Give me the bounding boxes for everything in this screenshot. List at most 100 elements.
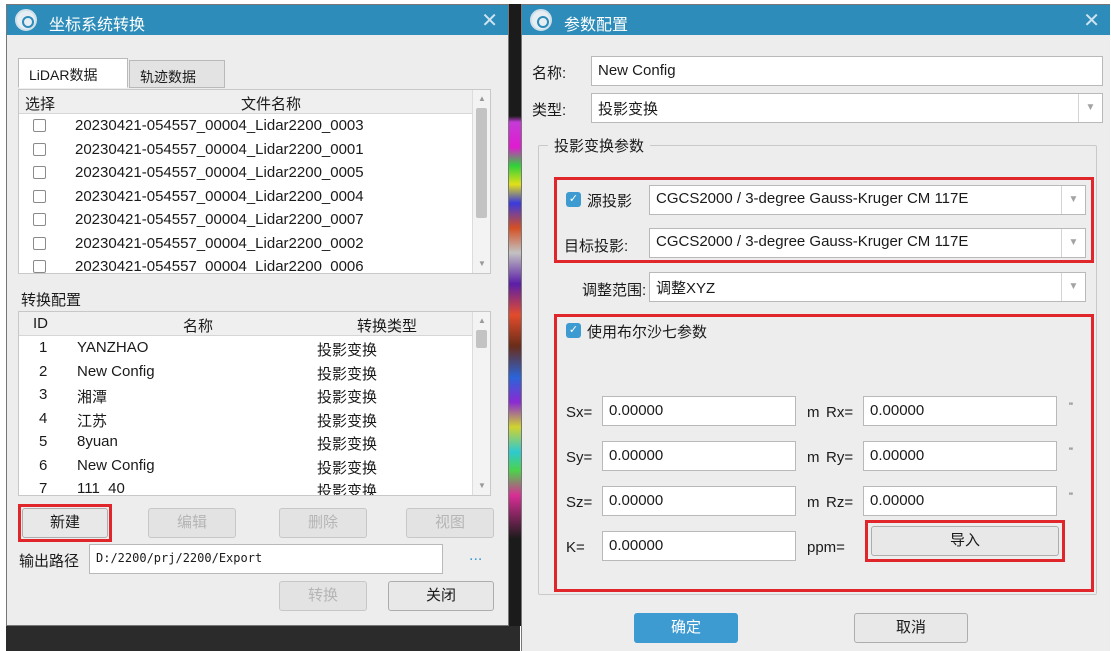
scroll-thumb[interactable] [476,108,487,218]
window-titlebar: 坐标系统转换 ✕ [7,5,508,35]
k-input[interactable]: 0.00000 [602,531,796,561]
delete-button[interactable]: 删除 [279,508,367,538]
sx-label: Sx= [566,404,593,421]
config-type: 投影变换 [317,342,378,359]
table-row[interactable]: 20230421-054557_00004_Lidar2200_0007 [19,209,472,233]
source-projection-checkbox[interactable]: ✓ [566,192,581,207]
config-name: 湘潭 [77,389,108,406]
view-button[interactable]: 视图 [406,508,494,538]
row-checkbox[interactable] [33,119,46,132]
column-header-select: 选择 [25,96,56,113]
convert-button[interactable]: 转换 [279,581,367,611]
column-header-name: 名称 [183,318,214,335]
table-row[interactable]: 20230421-054557_00004_Lidar2200_0001 [19,139,472,163]
background-pointcloud-strip [509,4,521,626]
rx-unit: " [1069,401,1073,413]
table-row[interactable]: 20230421-054557_00004_Lidar2200_0003 [19,115,472,139]
file-name: 20230421-054557_00004_Lidar2200_0006 [75,258,364,274]
chevron-down-icon[interactable]: ▼ [1061,273,1085,301]
table-row[interactable]: 20230421-054557_00004_Lidar2200_0004 [19,186,472,210]
adjust-range-label: 调整范围: [582,282,647,299]
output-path-input[interactable]: D:/2200/prj/2200/Export [89,544,443,574]
chevron-down-icon[interactable]: ▼ [1078,94,1102,122]
bursa-params-checkbox[interactable]: ✓ [566,323,581,338]
config-name-input[interactable]: New Config [591,56,1103,86]
import-button[interactable]: 导入 [871,526,1059,556]
source-projection-select[interactable]: CGCS2000 / 3-degree Gauss-Kruger CM 117E… [649,185,1086,215]
adjust-range-select[interactable]: 调整XYZ ▼ [649,272,1086,302]
ry-input[interactable]: 0.00000 [863,441,1057,471]
table-row[interactable]: 5 8yuan 投影变换 [19,431,472,455]
rz-input[interactable]: 0.00000 [863,486,1057,516]
ry-unit: " [1069,446,1073,458]
sy-label: Sy= [566,449,593,466]
target-projection-value: CGCS2000 / 3-degree Gauss-Kruger CM 117E [656,233,969,250]
row-checkbox[interactable] [33,260,46,273]
sz-input[interactable]: 0.00000 [602,486,796,516]
chevron-down-icon[interactable]: ▼ [1061,186,1085,214]
config-id: 5 [39,433,48,450]
scroll-down-icon[interactable]: ▼ [477,259,487,269]
ry-label: Ry= [826,449,854,466]
table-row[interactable]: 3 湘潭 投影变换 [19,384,472,408]
rx-label: Rx= [826,404,854,421]
table-row[interactable]: 20230421-054557_00004_Lidar2200_0002 [19,233,472,257]
row-checkbox[interactable] [33,213,46,226]
file-name: 20230421-054557_00004_Lidar2200_0004 [75,187,364,205]
config-id: 7 [39,480,48,496]
type-select[interactable]: 投影变换 ▼ [591,93,1103,123]
row-checkbox[interactable] [33,189,46,203]
table-row[interactable]: 2 New Config 投影变换 [19,361,472,385]
config-name: New Config [77,456,155,474]
config-table: ID 名称 转换类型 1 YANZHAO 投影变换 2 New Config 投影变换 … [18,311,491,496]
window-titlebar: 参数配置 ✕ [522,5,1110,35]
close-icon[interactable]: ✕ [1083,8,1100,33]
table-row[interactable]: 7 111_40 投影变换 [19,478,472,496]
ok-button[interactable]: 确定 [634,613,738,643]
config-table-scrollbar[interactable]: ▲ ▼ [472,312,490,495]
scroll-thumb[interactable] [476,330,487,348]
target-projection-select[interactable]: CGCS2000 / 3-degree Gauss-Kruger CM 117E… [649,228,1086,258]
config-section-label: 转换配置 [21,292,82,309]
file-table: 选择 文件名称 20230421-054557_00004_Lidar2200_… [18,89,491,274]
table-row[interactable]: 20230421-054557_00004_Lidar2200_0005 [19,162,472,186]
row-checkbox[interactable] [33,166,46,179]
browse-button[interactable]: ... [469,547,482,565]
scroll-up-icon[interactable]: ▲ [477,94,487,104]
scroll-up-icon[interactable]: ▲ [477,316,487,326]
table-row[interactable]: 4 江苏 投影变换 [19,408,472,432]
scroll-down-icon[interactable]: ▼ [477,481,487,491]
table-row[interactable]: 1 YANZHAO 投影变换 [19,337,472,361]
close-icon[interactable]: ✕ [481,8,498,33]
cancel-button[interactable]: 取消 [854,613,968,643]
new-button[interactable]: 新建 [22,508,108,538]
sy-input[interactable]: 0.00000 [602,441,796,471]
chevron-down-icon[interactable]: ▼ [1061,229,1085,257]
row-checkbox[interactable] [33,236,46,250]
config-name: YANZHAO [77,339,149,356]
name-label: 名称: [532,65,567,82]
sx-input[interactable]: 0.00000 [602,396,796,426]
config-type: 投影变换 [317,389,378,406]
config-name: 8yuan [77,433,118,450]
coordinate-conversion-window: 坐标系统转换 ✕ LiDAR数据 轨迹数据 选择 文件名称 20230421-0… [6,4,509,626]
config-type: 投影变换 [317,412,378,430]
tab-lidar-data[interactable]: LiDAR数据 [18,58,128,88]
table-row[interactable]: 6 New Config 投影变换 [19,455,472,479]
row-checkbox[interactable] [33,142,46,156]
config-type: 投影变换 [317,459,378,477]
config-type: 投影变换 [317,365,378,383]
projection-params-title: 投影变换参数 [548,135,651,156]
type-label: 类型: [532,102,567,119]
sy-unit: m [807,449,820,466]
close-button[interactable]: 关闭 [388,581,494,611]
file-table-scrollbar[interactable]: ▲ ▼ [472,90,490,273]
bursa-params-label: 使用布尔沙七参数 [587,324,708,341]
parameter-config-window: 参数配置 ✕ 名称: New Config 类型: 投影变换 ▼ 投影变换参数 … [521,4,1110,651]
type-select-value: 投影变换 [598,101,659,118]
edit-button[interactable]: 编辑 [148,508,236,538]
rx-input[interactable]: 0.00000 [863,396,1057,426]
tab-trajectory-data[interactable]: 轨迹数据 [129,60,225,88]
table-row[interactable]: 20230421-054557_00004_Lidar2200_0006 [19,256,472,274]
column-header-filename: 文件名称 [241,96,302,113]
